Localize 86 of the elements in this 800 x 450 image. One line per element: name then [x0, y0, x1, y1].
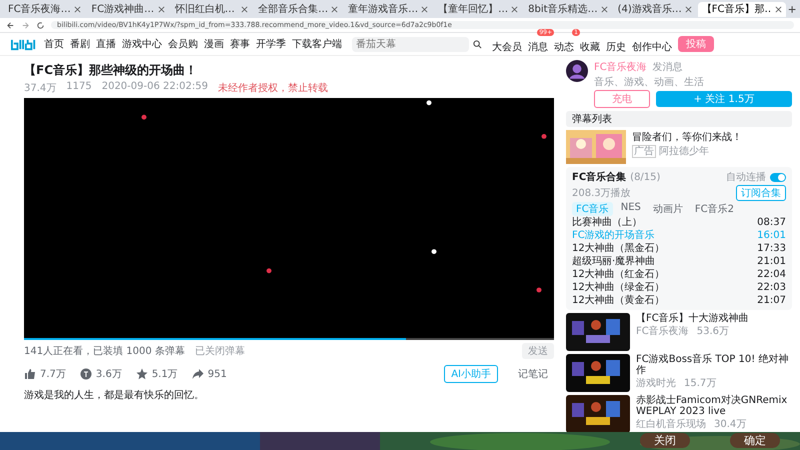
header-link[interactable]: 大会员	[492, 42, 522, 52]
playlist-title: FC音乐合集	[572, 170, 626, 184]
avatar-icon[interactable]	[566, 60, 588, 82]
header-link[interactable]: 动态	[554, 42, 574, 52]
uploader-bio: 音乐、游戏、动画、生活	[594, 76, 705, 89]
video-link[interactable]: 【FC音乐】十大游戏神曲	[636, 313, 749, 324]
new-tab-icon[interactable]	[788, 4, 796, 14]
view-count: 37.4万	[24, 82, 56, 95]
ad-source: 阿拉德少年	[659, 146, 710, 157]
playlist-item[interactable]: 12大神曲（黄金石） 21:07	[572, 295, 786, 307]
logo-icon[interactable]	[10, 38, 38, 50]
action-count: 7.7万	[40, 368, 66, 381]
playlist-item[interactable]: 12大神曲（黑金石） 17:33	[572, 243, 786, 255]
danmaku-count: 1175	[66, 81, 92, 94]
autoplay-toggle[interactable]	[770, 172, 786, 182]
ad-tag: 广告	[632, 145, 656, 158]
video-link[interactable]: FC游戏Boss音乐 TOP 10! 绝对神作	[636, 354, 792, 376]
close-icon[interactable]	[241, 6, 248, 12]
close-icon[interactable]	[684, 6, 692, 12]
watching-count: 141人正在看，已装填 1000 条弹幕	[24, 344, 185, 358]
playlist-position: (8/15)	[630, 172, 660, 182]
header-link[interactable]: 创作中心	[632, 42, 672, 52]
browser-tab[interactable]: 童年游戏音乐…	[344, 2, 432, 16]
play-count: 208.3万播放	[572, 186, 631, 200]
author-name: 红白机音乐现场	[636, 418, 706, 431]
video-title: 【FC音乐】那些神级的开场曲！	[24, 62, 198, 79]
play-count: 30.4万	[714, 418, 746, 431]
danmaku-list-header[interactable]: 弹幕列表	[566, 111, 792, 127]
playlist-item[interactable]: 超级玛丽·魔界神曲 21:01	[572, 256, 786, 268]
coin-icon[interactable]	[80, 368, 92, 380]
nav-link[interactable]: 会员购	[168, 37, 198, 51]
thumbs-up-icon[interactable]	[24, 368, 36, 380]
nav-link[interactable]: 首页	[44, 37, 64, 51]
dialog-button[interactable]: 关闭	[640, 433, 690, 448]
nav-link[interactable]: 赛事	[230, 37, 250, 51]
ad-title[interactable]: 冒险者们，等你们来战！	[632, 130, 742, 144]
action-count: 5.1万	[152, 368, 178, 381]
play-count: 53.6万	[696, 325, 729, 338]
browser-tab[interactable]: 【童年回忆】…	[434, 2, 522, 16]
close-icon[interactable]	[774, 6, 782, 12]
copyright-notice: 未经作者授权，禁止转载	[218, 82, 328, 95]
playlist-item[interactable]: 12大神曲（绿金石） 22:03	[572, 282, 786, 294]
action-count: 951	[208, 368, 227, 380]
close-icon[interactable]	[600, 6, 608, 12]
playlist-tab[interactable]: NES	[616, 202, 645, 216]
search-field[interactable]: 番茄天幕	[352, 36, 469, 52]
autoplay-label: 自动连播	[726, 170, 766, 184]
browser-tab[interactable]: 全部音乐合集…	[254, 2, 342, 16]
video-link[interactable]: 赤影战士Famicom对决GNRemix WEPLAY 2023 live	[636, 395, 792, 417]
browser-tab[interactable]: (4)游戏音乐…	[614, 2, 696, 16]
close-icon[interactable]	[331, 6, 338, 12]
play-count: 15.7万	[684, 377, 716, 390]
nav-link[interactable]: 漫画	[204, 37, 224, 51]
playlist-item[interactable]: 12大神曲（红金石） 22:04	[572, 269, 786, 281]
reload-icon[interactable]	[36, 20, 45, 30]
publish-date: 2020-09-06 22:02:59	[102, 81, 208, 94]
playlist-tab[interactable]: FC音乐2	[690, 202, 738, 216]
nav-link[interactable]: 下载客户端	[292, 37, 342, 51]
dialog-button[interactable]: 确定	[730, 433, 780, 448]
share-icon[interactable]	[192, 368, 204, 380]
author-name: FC音乐夜海	[636, 324, 689, 338]
header-link[interactable]: 消息	[528, 42, 548, 52]
header-link[interactable]: 历史	[606, 42, 626, 52]
back-icon[interactable]	[6, 20, 15, 30]
nav-link[interactable]: 番剧	[70, 37, 90, 51]
search-icon[interactable]	[473, 40, 482, 48]
star-icon[interactable]	[136, 368, 148, 380]
playlist-item[interactable]: 比赛神曲（上） 08:37	[572, 217, 786, 229]
nav-link[interactable]: 开学季	[256, 37, 286, 51]
action-count: 3.6万	[96, 368, 122, 381]
browser-tab[interactable]: 怀旧红白机…	[170, 2, 252, 16]
browser-tab[interactable]: FC游戏神曲…	[87, 2, 169, 16]
browser-tab[interactable]: 【FC音乐】那…	[698, 2, 786, 16]
browser-tab[interactable]: 8bit音乐精选…	[524, 2, 612, 16]
close-icon[interactable]	[511, 6, 518, 12]
nav-link[interactable]: 直播	[96, 37, 116, 51]
close-icon[interactable]	[74, 6, 82, 12]
playlist-tab[interactable]: 动画片	[648, 202, 687, 216]
danmaku-status: 已关闭弹幕	[194, 344, 245, 358]
close-icon[interactable]	[158, 6, 165, 12]
author-name: 游戏时光	[636, 376, 676, 390]
nav-link[interactable]: 游戏中心	[122, 37, 162, 51]
close-icon[interactable]	[421, 6, 428, 12]
browser-tab[interactable]: FC音乐夜海…	[4, 2, 86, 16]
video-description: 游戏是我的人生，都是最有快乐的回忆。	[24, 388, 205, 402]
header-link[interactable]: 收藏	[580, 42, 600, 52]
